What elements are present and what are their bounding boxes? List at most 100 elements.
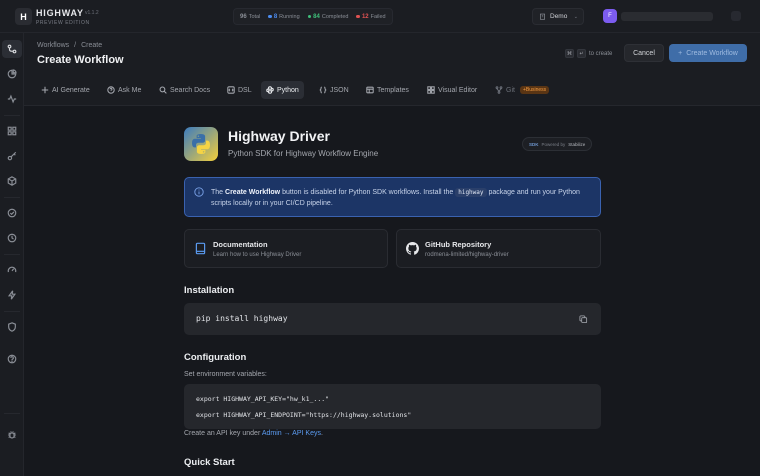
tab-label: DSL [238,86,252,94]
sidebar-item-help[interactable] [2,350,22,368]
github-subtitle: rodmena-limited/highway-driver [425,252,509,258]
tab-visual-editor[interactable]: Visual Editor [422,81,482,99]
tab-git[interactable]: Git +Business [490,81,554,99]
clock-icon [7,233,17,243]
completed-dot-icon [307,14,312,19]
installation-code-block: pip install highway [184,303,601,335]
api-key-hint: Create an API key under Admin → API Keys… [184,430,323,437]
github-repository-card[interactable]: GitHub Repository rodmena-limited/highwa… [396,229,601,268]
sparkle-icon [41,86,49,94]
breadcrumb-separator: / [74,42,77,49]
zap-icon [7,290,17,300]
create-shortcut-hint: ⌘ ↵ to create [565,49,612,58]
sidebar-item-activity[interactable] [2,90,22,108]
sidebar-item-debug[interactable] [2,426,22,444]
sidebar-item-schedules[interactable] [2,229,22,247]
app-version: v1.1.2 [85,10,99,16]
create-workflow-button[interactable]: + Create Workflow [669,44,747,62]
activity-icon [7,94,17,104]
settings-icon[interactable] [731,11,741,21]
sidebar-item-analytics[interactable] [2,65,22,83]
github-title: GitHub Repository [425,240,492,249]
user-menu[interactable] [621,12,713,21]
stat-failed-label: Failed [370,13,386,20]
app-logo[interactable]: H [15,8,32,25]
info-text-bold: Create Workflow [225,189,281,196]
stat-total[interactable]: 96 Total [240,14,260,20]
sidebar-item-apps[interactable] [2,122,22,140]
page-title: Create Workflow [37,54,124,66]
shield-icon [8,322,16,332]
sidebar-item-triggers[interactable] [2,286,22,304]
package-name-code: highway [455,188,487,197]
api-key-hint-text: Create an API key under [184,430,262,437]
tab-label: Templates [377,86,409,94]
tab-label: AI Generate [52,86,90,94]
breadcrumb-workflows[interactable]: Workflows [37,42,69,49]
user-avatar[interactable]: F [603,9,617,23]
chevron-down-icon: ⌄ [573,13,578,20]
installation-heading: Installation [184,285,235,296]
running-dot-icon [268,14,272,19]
stat-failed-value: 12 [361,13,369,20]
sidebar-item-workflows[interactable] [2,40,22,58]
stat-running-value: 8 [273,13,278,20]
sidebar-divider [4,197,20,198]
install-command: pip install highway [196,314,288,323]
tab-label: JSON [330,86,349,94]
sidebar-item-keys[interactable] [2,147,22,165]
sidebar-divider [4,254,20,255]
workspace-select[interactable]: Demo ⌄ [532,8,584,25]
tab-ai-generate[interactable]: AI Generate [36,81,95,99]
gauge-icon [7,266,17,273]
stat-running-label: Running [279,13,300,20]
info-text-part: button is disabled for Python SDK workfl… [280,189,456,196]
pie-chart-icon [7,69,17,79]
sidebar-item-packages[interactable] [2,172,22,190]
sidebar-item-performance[interactable] [2,261,22,279]
top-bar: H HIGHWAY v1.1.2 PREVIEW EDITION 96 Tota… [0,0,760,33]
powered-by-text: Powered by [541,141,566,147]
cancel-button[interactable]: Cancel [624,44,664,62]
tab-search-docs[interactable]: Search Docs [154,81,215,99]
python-logo-icon [184,127,218,161]
key-icon [7,151,17,161]
tab-python[interactable]: Python [261,81,304,99]
editor-tabs: AI Generate Ask Me Search Docs DSL Pytho… [24,75,760,106]
python-sdk-panel: Highway Driver Python SDK for Highway Wo… [24,106,760,476]
tab-label: Visual Editor [438,86,478,94]
stat-completed[interactable]: 84 Completed [307,13,348,20]
tab-label: Python [277,86,299,94]
create-workflow-label: Create Workflow [686,49,738,57]
tab-ask-me[interactable]: Ask Me [102,81,146,99]
copy-icon[interactable] [579,315,588,324]
sidebar-item-tasks[interactable] [2,204,22,222]
powered-by-badge[interactable]: SDK Powered by Stabilize [522,137,593,151]
stat-running[interactable]: 8 Running [268,13,300,20]
sidebar-item-security[interactable] [2,318,22,336]
tab-templates[interactable]: Templates [361,81,414,99]
shortcut-label: to create [589,50,613,57]
book-icon [195,242,206,255]
documentation-card[interactable]: Documentation Learn how to use Highway D… [184,229,388,268]
tab-json[interactable]: JSON [314,81,354,99]
tab-dsl[interactable]: DSL [222,81,257,99]
layout-icon [427,86,435,94]
stat-completed-value: 84 [313,13,320,20]
business-badge: +Business [519,86,550,94]
sidebar-divider [4,115,20,116]
stat-failed[interactable]: 12 Failed [356,13,386,20]
plus-icon: + [678,49,683,57]
building-icon [540,13,545,20]
breadcrumb: Workflows / Create [37,42,102,49]
app-brand: HIGHWAY [36,8,84,18]
configuration-heading: Configuration [184,352,247,363]
search-icon [159,86,167,94]
sdk-chip: SDK [529,141,539,147]
git-icon [495,86,503,94]
command-key-icon: ⌘ [565,49,574,58]
info-icon [194,187,204,197]
github-icon [406,242,419,255]
admin-api-keys-link[interactable]: Admin → API Keys [262,430,321,437]
powered-by-lib: Stabilize [568,141,586,147]
